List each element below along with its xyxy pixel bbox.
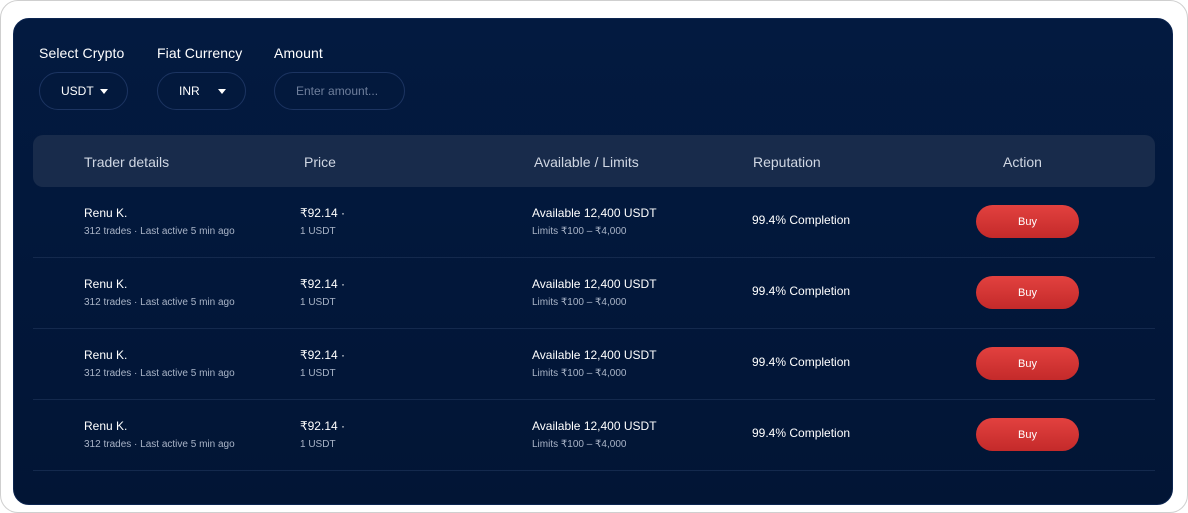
column-header-reputation: Reputation <box>753 154 821 170</box>
crypto-select-value: USDT <box>61 84 94 98</box>
column-header-trader: Trader details <box>84 154 170 170</box>
trader-meta: 312 trades · Last active 5 min ago <box>84 297 235 308</box>
fiat-select-value: INR <box>179 84 200 98</box>
price-value: ₹92.14 · <box>300 419 345 433</box>
table-header: Trader details Price Available / Limits … <box>33 135 1155 187</box>
trader-meta: 312 trades · Last active 5 min ago <box>84 226 235 237</box>
column-header-action: Action <box>1003 154 1042 170</box>
table-row: Renu K. 312 trades · Last active 5 min a… <box>33 187 1155 258</box>
amount-label: Amount <box>274 45 323 61</box>
chevron-down-icon <box>100 89 108 94</box>
trader-name: Renu K. <box>84 348 128 362</box>
price-value: ₹92.14 · <box>300 348 345 362</box>
crypto-select[interactable]: USDT <box>39 72 128 110</box>
price-unit: 1 USDT <box>300 368 336 379</box>
reputation-value: 99.4% Completion <box>752 355 851 369</box>
trader-name: Renu K. <box>84 419 128 433</box>
trader-meta: 312 trades · Last active 5 min ago <box>84 439 235 450</box>
buy-button[interactable]: Buy <box>976 347 1079 380</box>
reputation-value: 99.4% Completion <box>752 284 851 298</box>
fiat-select[interactable]: INR <box>157 72 246 110</box>
reputation-value: 99.4% Completion <box>752 213 851 227</box>
column-header-available: Available / Limits <box>534 154 639 170</box>
buy-button[interactable]: Buy <box>976 205 1079 238</box>
buy-button[interactable]: Buy <box>976 418 1079 451</box>
reputation-value: 99.4% Completion <box>752 426 851 440</box>
price-unit: 1 USDT <box>300 439 336 450</box>
column-header-price: Price <box>304 154 336 170</box>
limits-range: Limits ₹100 – ₹4,000 <box>532 368 627 379</box>
table-row: Renu K. 312 trades · Last active 5 min a… <box>33 329 1155 400</box>
trader-name: Renu K. <box>84 206 128 220</box>
crypto-label: Select Crypto <box>39 45 125 61</box>
buy-button[interactable]: Buy <box>976 276 1079 309</box>
price-unit: 1 USDT <box>300 297 336 308</box>
fiat-label: Fiat Currency <box>157 45 243 61</box>
limits-range: Limits ₹100 – ₹4,000 <box>532 226 627 237</box>
price-value: ₹92.14 · <box>300 277 345 291</box>
available-amount: Available 12,400 USDT <box>532 419 657 433</box>
amount-input[interactable] <box>274 72 405 110</box>
available-amount: Available 12,400 USDT <box>532 277 657 291</box>
price-value: ₹92.14 · <box>300 206 345 220</box>
available-amount: Available 12,400 USDT <box>532 206 657 220</box>
limits-range: Limits ₹100 – ₹4,000 <box>532 297 627 308</box>
chevron-down-icon <box>218 89 226 94</box>
table-row: Renu K. 312 trades · Last active 5 min a… <box>33 258 1155 329</box>
trader-name: Renu K. <box>84 277 128 291</box>
limits-range: Limits ₹100 – ₹4,000 <box>532 439 627 450</box>
trader-meta: 312 trades · Last active 5 min ago <box>84 368 235 379</box>
price-unit: 1 USDT <box>300 226 336 237</box>
p2p-offers-panel: Select Crypto USDT Fiat Currency INR Amo… <box>13 18 1173 505</box>
available-amount: Available 12,400 USDT <box>532 348 657 362</box>
table-row: Renu K. 312 trades · Last active 5 min a… <box>33 400 1155 471</box>
